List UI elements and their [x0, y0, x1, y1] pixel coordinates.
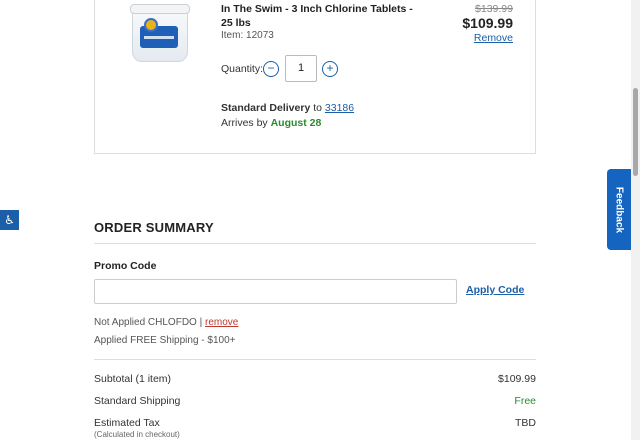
arrives-prefix: Arrives by [221, 117, 271, 129]
promo-code-input[interactable] [94, 279, 457, 304]
increase-quantity-button[interactable]: + [322, 61, 338, 77]
shipping-value: Free [514, 395, 536, 407]
sale-price: $109.99 [462, 15, 513, 31]
subtotal-label: Subtotal (1 item) [94, 373, 172, 385]
summary-divider [94, 243, 536, 244]
plus-icon: + [326, 61, 334, 75]
remove-promo-link[interactable]: remove [205, 317, 238, 328]
decrease-quantity-button[interactable]: − [263, 61, 279, 77]
tax-note: (Calculated in checkout) [94, 430, 180, 439]
shipping-label: Standard Shipping [94, 395, 181, 407]
apply-code-link[interactable]: Apply Code [466, 284, 524, 296]
scrollbar-track[interactable] [631, 0, 640, 440]
order-summary-title: ORDER SUMMARY [94, 220, 214, 235]
product-stripe-graphic [144, 36, 174, 39]
estimated-tax-label: Estimated Tax [94, 417, 160, 429]
accessibility-icon: ♿ [4, 213, 15, 227]
feedback-tab[interactable]: Feedback [607, 169, 631, 250]
subtotal-value: $109.99 [498, 373, 536, 385]
delivery-info: Standard Delivery to 33186 [221, 102, 354, 114]
product-tub-lid [130, 4, 190, 14]
totals-divider [94, 359, 536, 360]
minus-icon: − [267, 61, 275, 75]
not-applied-text: Not Applied CHLOFDO | [94, 317, 205, 328]
quantity-input[interactable]: 1 [285, 55, 317, 82]
scrollbar-thumb[interactable] [633, 88, 638, 176]
promo-not-applied: Not Applied CHLOFDO | remove [94, 317, 238, 328]
zip-code-link[interactable]: 33186 [325, 102, 354, 114]
arrival-date: August 28 [270, 117, 322, 129]
quantity-label: Quantity: [221, 63, 264, 75]
estimated-tax-value: TBD [515, 417, 536, 429]
product-image[interactable] [130, 2, 190, 64]
delivery-method: Standard Delivery [221, 102, 311, 114]
product-item-number: Item: 12073 [221, 30, 274, 41]
original-price: $139.99 [475, 3, 513, 15]
remove-item-link[interactable]: Remove [474, 32, 513, 44]
arrival-info: Arrives by August 28 [221, 117, 321, 129]
promo-code-label: Promo Code [94, 260, 157, 272]
promo-applied-text: Applied FREE Shipping - $100+ [94, 335, 236, 346]
product-logo-graphic [144, 18, 158, 32]
product-title[interactable]: In The Swim - 3 Inch Chlorine Tablets - … [221, 2, 421, 30]
feedback-label: Feedback [613, 186, 625, 233]
accessibility-button[interactable]: ♿ [0, 210, 19, 230]
delivery-to-text: to [310, 102, 325, 114]
